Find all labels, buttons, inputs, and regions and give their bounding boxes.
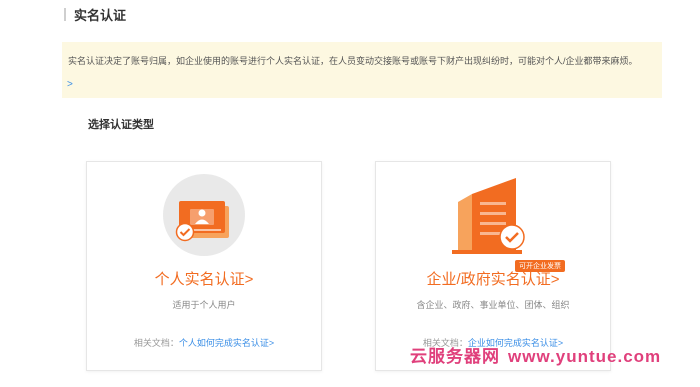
personal-verification-card[interactable]: 个人实名认证> 适用于个人用户 相关文档：个人如何完成实名认证>	[86, 161, 322, 371]
notice-banner: 实名认证决定了账号归属，如企业使用的账号进行个人实名认证，在人员变动交接账号或账…	[62, 42, 662, 98]
enterprise-card-title[interactable]: 企业/政府实名认证>	[376, 268, 610, 289]
page-title: 实名认证	[74, 7, 127, 23]
enterprise-card-desc: 含企业、政府、事业单位、团体、组织	[416, 300, 570, 310]
personal-card-title[interactable]: 个人实名认证>	[87, 268, 321, 289]
title-bar-divider	[64, 7, 66, 21]
doc-prefix: 相关文档：	[133, 338, 179, 348]
section-title: 选择认证类型	[88, 119, 154, 131]
notice-text: 实名认证决定了账号归属，如企业使用的账号进行个人实名认证，在人员变动交接账号或账…	[68, 56, 638, 66]
personal-icon-area	[87, 174, 321, 260]
enterprise-icon-area	[376, 174, 610, 260]
page-header: 实名认证	[64, 4, 126, 24]
notice-more-link[interactable]: >	[67, 79, 73, 90]
personal-doc-link[interactable]: 个人如何完成实名认证>	[179, 338, 274, 348]
watermark-cn: 云服务器网	[410, 347, 500, 366]
check-badge-icon	[499, 224, 525, 250]
id-card-icon	[179, 201, 229, 238]
building-icon	[452, 178, 522, 254]
personal-card-desc: 适用于个人用户	[172, 300, 236, 310]
check-badge-icon	[175, 222, 195, 242]
enterprise-verification-card[interactable]: 可开企业发票 企业/政府实名认证> 含企业、政府、事业单位、团体、组织 相关文档…	[375, 161, 611, 371]
watermark-url: www.yuntue.com	[508, 347, 662, 366]
personal-card-doc: 相关文档：个人如何完成实名认证>	[87, 336, 321, 349]
watermark: 云服务器网 www.yuntue.com	[410, 342, 661, 367]
